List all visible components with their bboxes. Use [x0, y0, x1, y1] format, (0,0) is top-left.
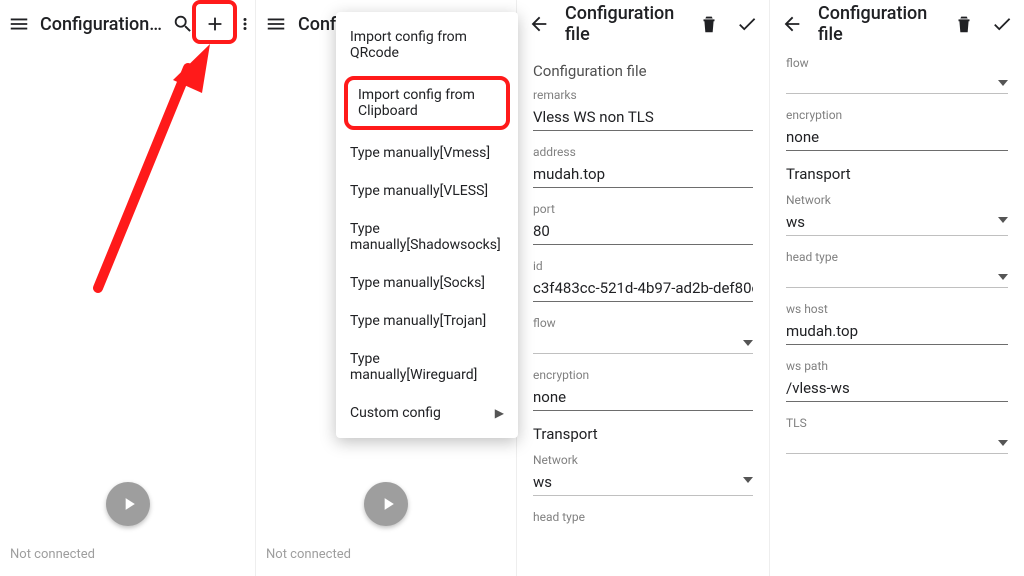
field-network: Network ws: [533, 453, 753, 496]
field-flow: flow: [786, 56, 1008, 94]
field-wshost: ws host mudah.top: [786, 302, 1008, 345]
add-menu-dropdown: Import config from QRcode Import config …: [336, 12, 518, 438]
overflow-icon[interactable]: [236, 12, 254, 36]
fab-start-button[interactable]: [106, 482, 150, 526]
label-network: Network: [786, 193, 1008, 207]
page-title: Configuration file: [565, 3, 683, 45]
menu-type-trojan[interactable]: Type manually[Trojan]: [336, 302, 518, 340]
field-headtype: head type: [533, 510, 753, 524]
label-wspath: ws path: [786, 359, 1008, 373]
input-encryption[interactable]: none: [533, 386, 753, 411]
label-remarks: remarks: [533, 88, 753, 102]
hamburger-icon[interactable]: [8, 12, 30, 36]
topbar: Configuration…: [0, 0, 255, 48]
add-icon[interactable]: [204, 12, 226, 36]
back-icon[interactable]: [780, 12, 804, 36]
input-id[interactable]: c3f483cc-521d-4b97-ad2b-def80e1d758: [533, 277, 753, 302]
status-text: Not connected: [10, 547, 95, 562]
screen-config-edit-bottom: Configuration file flow encryption none …: [770, 0, 1024, 576]
menu-custom-config[interactable]: Custom config ▶: [336, 394, 518, 432]
select-tls[interactable]: [786, 434, 1008, 454]
hamburger-icon[interactable]: [264, 12, 288, 36]
status-text: Not connected: [266, 547, 351, 562]
chevron-down-icon: [998, 274, 1008, 280]
select-network[interactable]: ws: [533, 471, 753, 496]
delete-icon[interactable]: [952, 12, 976, 36]
menu-import-clipboard[interactable]: Import config from Clipboard: [344, 76, 510, 130]
select-network[interactable]: ws: [786, 211, 1008, 236]
field-headtype: head type: [786, 250, 1008, 288]
label-headtype: head type: [786, 250, 1008, 264]
field-id: id c3f483cc-521d-4b97-ad2b-def80e1d758: [533, 259, 753, 302]
field-wspath: ws path /vless-ws: [786, 359, 1008, 402]
input-wspath[interactable]: /vless-ws: [786, 377, 1008, 402]
screen-config-edit-top: Configuration file Configuration file re…: [517, 0, 770, 576]
label-id: id: [533, 259, 753, 273]
app-title: Configuration…: [40, 14, 162, 35]
input-encryption[interactable]: none: [786, 126, 1008, 151]
chevron-down-icon: [998, 440, 1008, 446]
section-transport: Transport: [533, 425, 753, 443]
fab-start-button[interactable]: [364, 482, 408, 526]
screen-main-menu-open: Confi Import config from QRcode Import c…: [256, 0, 517, 576]
field-encryption: encryption none: [533, 368, 753, 411]
field-port: port 80: [533, 202, 753, 245]
field-flow: flow: [533, 316, 753, 354]
input-port[interactable]: 80: [533, 220, 753, 245]
save-check-icon[interactable]: [735, 12, 759, 36]
label-tls: TLS: [786, 416, 1008, 430]
field-tls: TLS: [786, 416, 1008, 454]
delete-icon[interactable]: [697, 12, 721, 36]
save-check-icon[interactable]: [990, 12, 1014, 36]
label-wshost: ws host: [786, 302, 1008, 316]
label-headtype: head type: [533, 510, 753, 524]
menu-type-shadowsocks[interactable]: Type manually[Shadowsocks]: [336, 210, 518, 264]
field-network: Network ws: [786, 193, 1008, 236]
label-encryption: encryption: [786, 108, 1008, 122]
app-title: Confi: [298, 14, 341, 35]
label-flow: flow: [533, 316, 753, 330]
chevron-down-icon: [743, 340, 753, 346]
topbar: Configuration file: [517, 0, 769, 48]
menu-type-wireguard[interactable]: Type manually[Wireguard]: [336, 340, 518, 394]
label-encryption: encryption: [533, 368, 753, 382]
input-wshost[interactable]: mudah.top: [786, 320, 1008, 345]
label-network: Network: [533, 453, 753, 467]
select-flow[interactable]: [533, 334, 753, 354]
select-flow[interactable]: [786, 74, 1008, 94]
screen-main: Configuration… Not connected: [0, 0, 256, 576]
field-address: address mudah.top: [533, 145, 753, 188]
menu-import-qrcode[interactable]: Import config from QRcode: [336, 18, 518, 72]
field-encryption: encryption none: [786, 108, 1008, 151]
section-transport: Transport: [786, 165, 1008, 183]
topbar: Configuration file: [770, 0, 1024, 48]
input-remarks[interactable]: Vless WS non TLS: [533, 106, 753, 131]
menu-type-vmess[interactable]: Type manually[Vmess]: [336, 134, 518, 172]
chevron-down-icon: [743, 477, 753, 483]
annotation-arrow: [78, 38, 228, 298]
field-remarks: remarks Vless WS non TLS: [533, 88, 753, 131]
page-title: Configuration file: [818, 3, 938, 45]
label-flow: flow: [786, 56, 1008, 70]
chevron-right-icon: ▶: [495, 406, 504, 420]
chevron-down-icon: [998, 217, 1008, 223]
back-icon[interactable]: [527, 12, 551, 36]
label-port: port: [533, 202, 753, 216]
section-heading: Configuration file: [533, 62, 753, 80]
select-headtype[interactable]: [786, 268, 1008, 288]
menu-custom-config-label: Custom config: [350, 405, 441, 421]
input-address[interactable]: mudah.top: [533, 163, 753, 188]
menu-type-vless[interactable]: Type manually[VLESS]: [336, 172, 518, 210]
menu-type-socks[interactable]: Type manually[Socks]: [336, 264, 518, 302]
chevron-down-icon: [998, 80, 1008, 86]
search-icon[interactable]: [172, 12, 194, 36]
label-address: address: [533, 145, 753, 159]
